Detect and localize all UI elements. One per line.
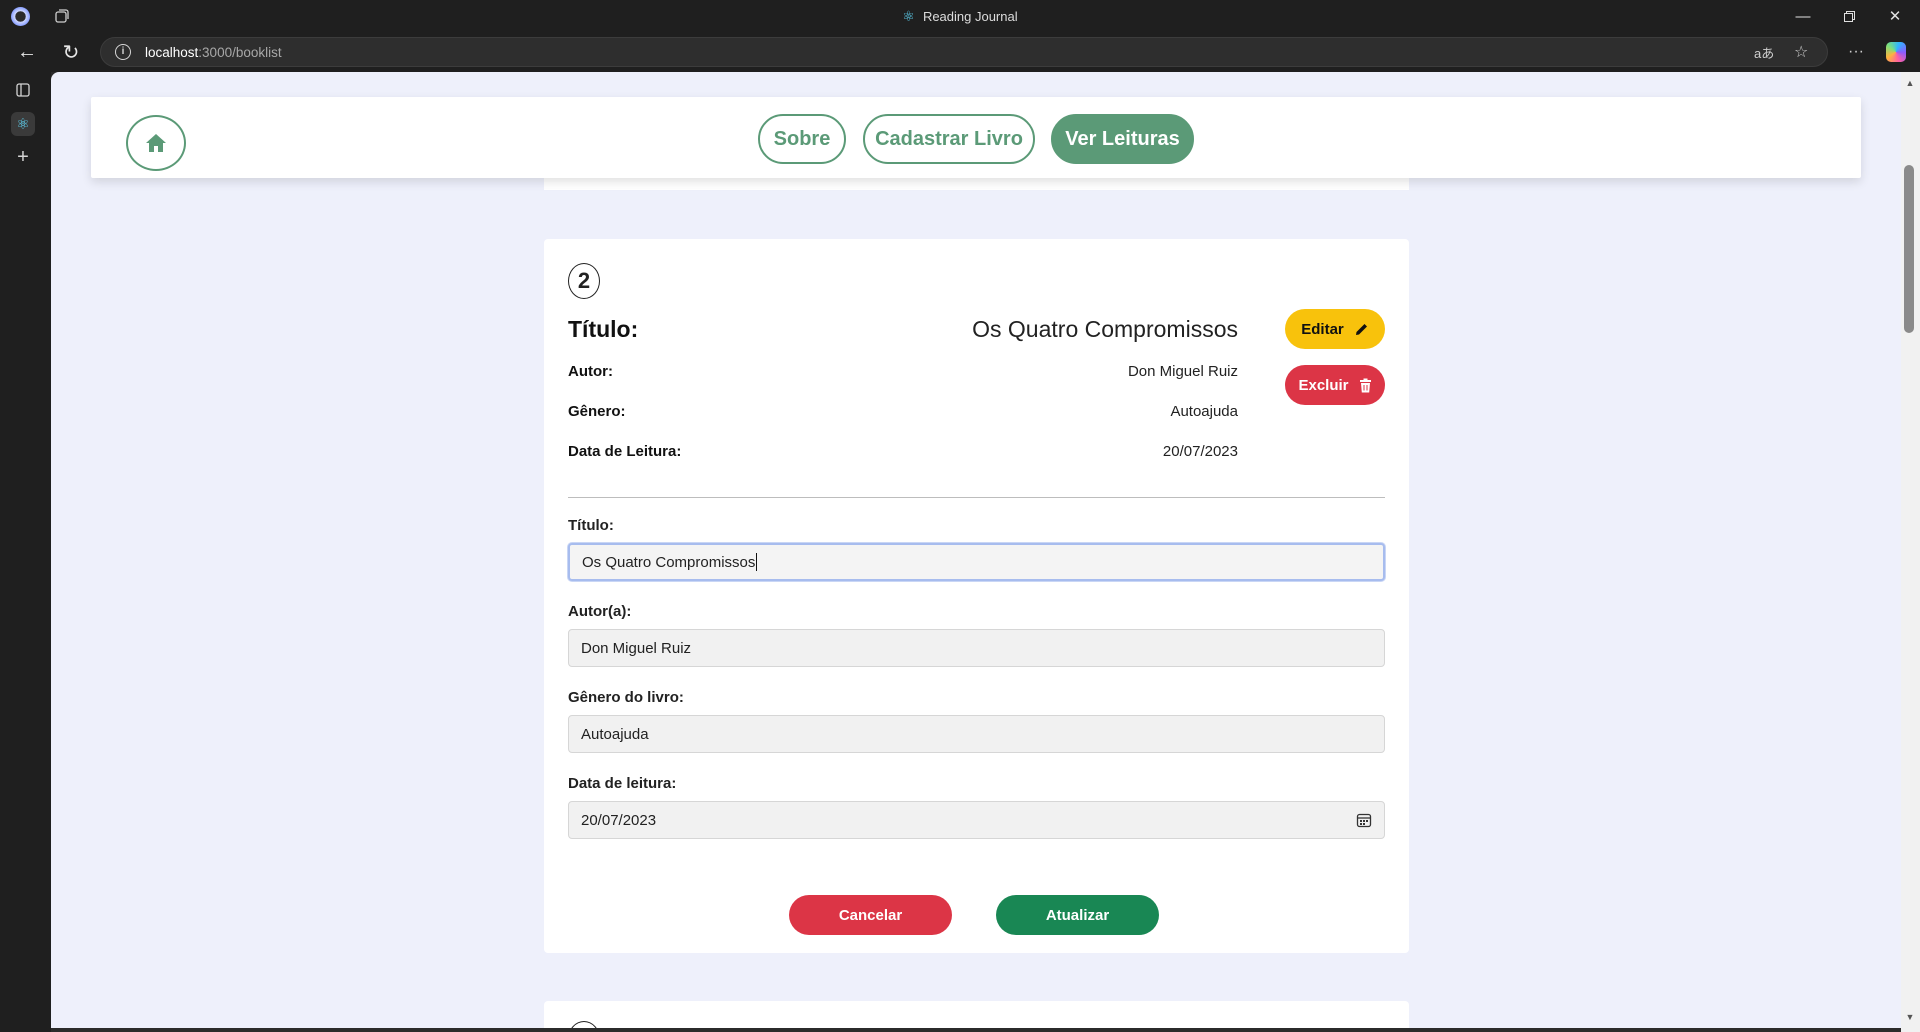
book-card: 2 Título: Os Quatro Compromissos Autor: … — [544, 239, 1409, 953]
title-input-value: Os Quatro Compromissos — [582, 553, 756, 571]
active-tab-react-icon[interactable]: ⚛ — [11, 112, 35, 136]
scrollbar-thumb[interactable] — [1904, 165, 1914, 333]
update-button[interactable]: Atualizar — [996, 895, 1159, 935]
back-icon[interactable]: ← — [11, 38, 43, 66]
author-input[interactable]: Don Miguel Ruiz — [568, 629, 1385, 667]
close-window-icon[interactable]: ✕ — [1872, 0, 1918, 32]
genre-input-value: Autoajuda — [581, 725, 649, 743]
react-favicon-icon: ⚛ — [902, 7, 915, 24]
home-button[interactable] — [126, 115, 186, 171]
minimize-icon[interactable]: — — [1780, 0, 1826, 32]
copilot-icon[interactable] — [1886, 42, 1906, 62]
read-aloud-icon[interactable]: aあ — [1754, 37, 1774, 67]
nav-ver-leituras-button[interactable]: Ver Leituras — [1051, 114, 1194, 164]
url-host: localhost — [145, 44, 199, 60]
tab-list-icon[interactable] — [12, 79, 34, 101]
delete-button[interactable]: Excluir — [1285, 365, 1385, 405]
reload-icon[interactable]: ↻ — [55, 38, 87, 66]
home-icon — [146, 134, 166, 152]
title-label: Título: — [568, 316, 639, 342]
genre-value: Autoajuda — [1170, 403, 1238, 420]
favorite-star-icon[interactable]: ☆ — [1794, 37, 1808, 67]
new-tab-plus-icon[interactable]: + — [12, 146, 34, 168]
next-book-card — [544, 1001, 1409, 1028]
scroll-up-arrow-icon[interactable]: ▲ — [1904, 78, 1916, 88]
pencil-icon — [1355, 323, 1367, 335]
edit-button[interactable]: Editar — [1285, 309, 1385, 349]
date-input[interactable]: 20/07/2023 — [568, 801, 1385, 839]
page-viewport: Sobre Cadastrar Livro Ver Leituras 2 Tít… — [51, 72, 1901, 1028]
site-info-icon[interactable]: i — [115, 44, 131, 60]
browser-sidebar: ⚛ + — [0, 72, 51, 1032]
book-number-badge: 2 — [568, 263, 600, 299]
edit-button-label: Editar — [1301, 320, 1344, 338]
more-menu-icon[interactable]: ··· — [1848, 37, 1864, 67]
author-input-value: Don Miguel Ruiz — [581, 639, 692, 657]
form-title-label: Título: — [568, 517, 614, 534]
author-label: Autor: — [568, 363, 613, 380]
next-book-number-badge — [568, 1021, 600, 1028]
trash-icon — [1359, 378, 1371, 392]
genre-label: Gênero: — [568, 403, 626, 420]
form-date-label: Data de leitura: — [568, 775, 677, 792]
delete-button-label: Excluir — [1298, 376, 1349, 394]
previous-card-bottom — [544, 178, 1409, 190]
url-input[interactable]: i localhost:3000/booklist — [100, 37, 1828, 67]
window-title: Reading Journal — [922, 8, 1018, 24]
title-value: Os Quatro Compromissos — [972, 316, 1238, 342]
author-value: Don Miguel Ruiz — [1127, 363, 1238, 380]
form-genre-label: Gênero do livro: — [568, 689, 684, 706]
title-input[interactable]: Os Quatro Compromissos — [568, 543, 1385, 581]
genre-input[interactable]: Autoajuda — [568, 715, 1385, 753]
date-label: Data de Leitura: — [568, 443, 682, 460]
top-navbar: Sobre Cadastrar Livro Ver Leituras — [91, 97, 1861, 178]
date-input-value: 20/07/2023 — [581, 811, 657, 829]
card-divider — [568, 497, 1385, 498]
text-caret — [756, 553, 758, 571]
scroll-down-arrow-icon[interactable]: ▼ — [1904, 1012, 1916, 1022]
title-bar: ⚛ Reading Journal — ✕ — [0, 0, 1920, 32]
cancel-button[interactable]: Cancelar — [789, 895, 952, 935]
url-path: :3000/booklist — [198, 44, 282, 60]
form-author-label: Autor(a): — [568, 603, 632, 620]
calendar-icon[interactable] — [1356, 812, 1372, 828]
address-bar: ← ↻ i localhost:3000/booklist aあ ☆ ··· — [0, 32, 1920, 72]
restore-icon[interactable] — [1826, 0, 1872, 32]
nav-sobre-button[interactable]: Sobre — [758, 114, 846, 164]
date-value: 20/07/2023 — [1162, 443, 1238, 460]
nav-cadastrar-livro-button[interactable]: Cadastrar Livro — [863, 114, 1035, 164]
